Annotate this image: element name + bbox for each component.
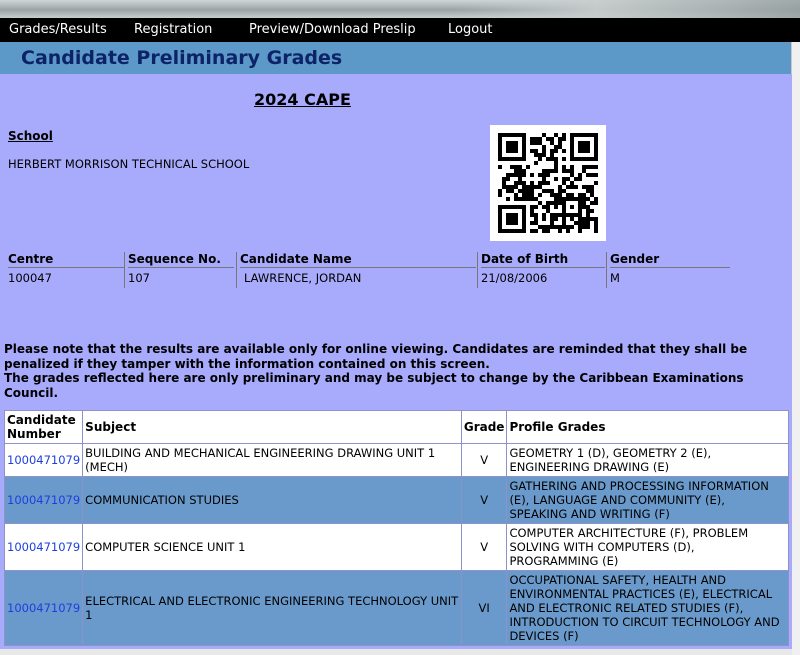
centre-value: 100047 <box>8 271 52 285</box>
nav-logout[interactable]: Logout <box>448 22 493 37</box>
centre-field: Centre 100047 <box>8 252 124 285</box>
subject-cell: BUILDING AND MECHANICAL ENGINEERING DRAW… <box>82 443 462 477</box>
gender-value: M <box>610 271 620 285</box>
vertical-scrollbar[interactable] <box>791 42 800 655</box>
page-title: Candidate Preliminary Grades <box>21 47 343 69</box>
grade-cell: VI <box>460 570 508 646</box>
candidate-number-cell[interactable]: 1000471079 <box>3 523 84 571</box>
dob-field: Date of Birth 21/08/2006 <box>481 252 605 285</box>
notice-text: Please note that the results are availab… <box>4 342 788 400</box>
table-row: 1000471079 COMPUTER SCIENCE UNIT 1 V COM… <box>3 523 789 571</box>
grades-table: Candidate Number Subject Grade Profile G… <box>3 410 789 646</box>
profile-grades-cell: GEOMETRY 1 (D), GEOMETRY 2 (E), ENGINEER… <box>506 443 789 477</box>
info-separator <box>606 252 607 288</box>
info-separator <box>236 252 237 288</box>
table-row: 1000471079 COMMUNICATION STUDIES V GATHE… <box>3 476 789 524</box>
gender-label: Gender <box>610 252 660 266</box>
grade-cell: V <box>460 476 508 524</box>
grade-cell: V <box>460 523 508 571</box>
header-profile-grades: Profile Grades <box>506 410 789 444</box>
grade-cell: V <box>460 443 508 477</box>
nav-preview-download-preslip[interactable]: Preview/Download Preslip <box>249 22 416 37</box>
candidate-name-label: Candidate Name <box>240 252 352 266</box>
qr-code-icon <box>498 133 598 233</box>
candidate-name-divider <box>240 267 476 268</box>
profile-grades-cell: OCCUPATIONAL SAFETY, HEALTH AND ENVIRONM… <box>506 570 789 646</box>
table-row: 1000471079 ELECTRICAL AND ELECTRONIC ENG… <box>3 570 789 646</box>
page-header: Candidate Preliminary Grades <box>0 42 792 74</box>
profile-grades-cell: GATHERING AND PROCESSING INFORMATION (E)… <box>506 476 789 524</box>
qr-code <box>490 125 606 241</box>
dob-divider <box>481 267 605 268</box>
info-separator <box>477 252 478 288</box>
top-banner-strip <box>0 0 800 18</box>
centre-divider <box>8 267 124 268</box>
horizontal-scrollbar[interactable] <box>0 649 792 655</box>
banner-shade <box>460 0 800 18</box>
main-content: 2024 CAPE School HERBERT MORRISON TECHNI… <box>0 74 792 649</box>
table-row: 1000471079 BUILDING AND MECHANICAL ENGIN… <box>3 443 789 477</box>
sequence-value: 107 <box>128 271 150 285</box>
sequence-field: Sequence No. 107 <box>128 252 234 285</box>
sequence-label: Sequence No. <box>128 252 221 266</box>
candidate-name-field: Candidate Name LAWRENCE, JORDAN <box>240 252 476 285</box>
notice-line-2: The grades reflected here are only preli… <box>4 371 744 400</box>
header-subject: Subject <box>82 410 462 444</box>
gender-divider <box>610 267 730 268</box>
header-grade: Grade <box>460 410 508 444</box>
dob-value: 21/08/2006 <box>481 271 548 285</box>
dob-label: Date of Birth <box>481 252 569 266</box>
subject-cell: COMMUNICATION STUDIES <box>82 476 462 524</box>
school-label: School <box>8 129 53 143</box>
info-separator <box>124 252 125 288</box>
gender-field: Gender M <box>610 252 730 285</box>
profile-grades-cell: COMPUTER ARCHITECTURE (F), PROBLEM SOLVI… <box>506 523 789 571</box>
exam-year-heading: 2024 CAPE <box>254 90 351 109</box>
nav-grades-results[interactable]: Grades/Results <box>9 22 107 37</box>
subject-cell: COMPUTER SCIENCE UNIT 1 <box>82 523 462 571</box>
candidate-number-cell[interactable]: 1000471079 <box>3 476 84 524</box>
notice-line-1: Please note that the results are availab… <box>4 342 748 371</box>
subject-cell: ELECTRICAL AND ELECTRONIC ENGINEERING TE… <box>82 570 462 646</box>
nav-registration[interactable]: Registration <box>134 22 212 37</box>
school-name: HERBERT MORRISON TECHNICAL SCHOOL <box>8 157 250 171</box>
candidate-number-cell[interactable]: 1000471079 <box>3 570 84 646</box>
table-header-row: Candidate Number Subject Grade Profile G… <box>3 410 789 444</box>
nav-bar: Grades/Results Registration Preview/Down… <box>0 18 800 42</box>
sequence-divider <box>128 267 234 268</box>
header-candidate-number: Candidate Number <box>3 410 84 444</box>
centre-label: Centre <box>8 252 54 266</box>
candidate-number-cell[interactable]: 1000471079 <box>3 443 84 477</box>
candidate-name-value: LAWRENCE, JORDAN <box>244 271 362 285</box>
